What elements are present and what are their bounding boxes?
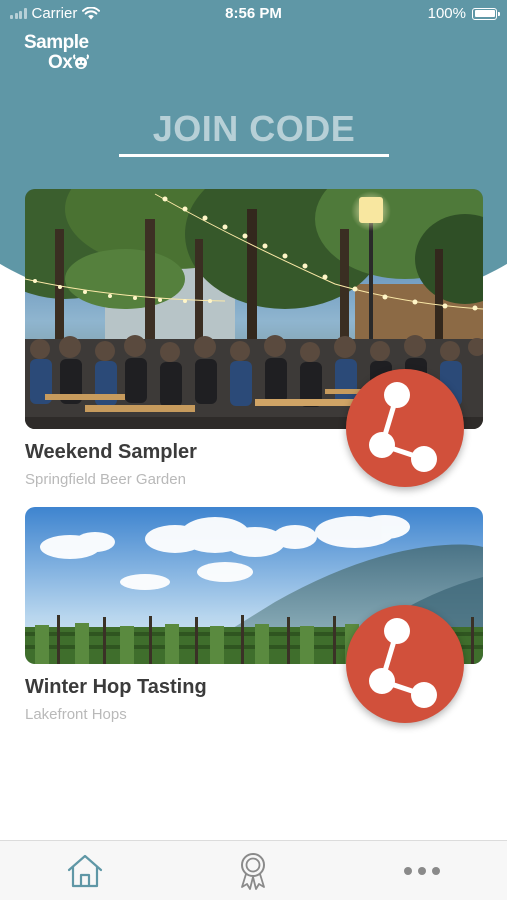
status-bar: Carrier 8:56 PM 100% [0, 0, 507, 28]
more-dots-icon [404, 867, 440, 875]
app-logo: Sample Ox [24, 33, 104, 73]
share-button[interactable] [346, 605, 464, 723]
session-card[interactable]: Winter Hop Tasting Lakefront Hops [25, 507, 483, 723]
tab-rewards[interactable] [231, 851, 275, 891]
session-card[interactable]: Weekend Sampler Springfield Beer Garden [25, 189, 483, 488]
share-icon [369, 382, 437, 472]
battery-icon [472, 7, 500, 20]
share-button[interactable] [346, 369, 464, 487]
join-code-input[interactable] [119, 108, 389, 157]
status-right: 100% [427, 5, 500, 22]
tab-more[interactable] [400, 851, 444, 891]
logo-line-2: Ox [48, 52, 73, 73]
join-code-container [119, 108, 389, 157]
tab-home[interactable] [63, 851, 107, 891]
tab-bar [0, 840, 507, 900]
share-icon [369, 618, 437, 708]
battery-percent: 100% [427, 5, 466, 22]
home-icon [67, 854, 103, 888]
ox-head-icon [73, 54, 90, 69]
logo-line-1: Sample [24, 32, 89, 53]
screen: Carrier 8:56 PM 100% Sample Ox JOIN CODE… [0, 0, 507, 900]
award-ribbon-icon [241, 853, 265, 890]
